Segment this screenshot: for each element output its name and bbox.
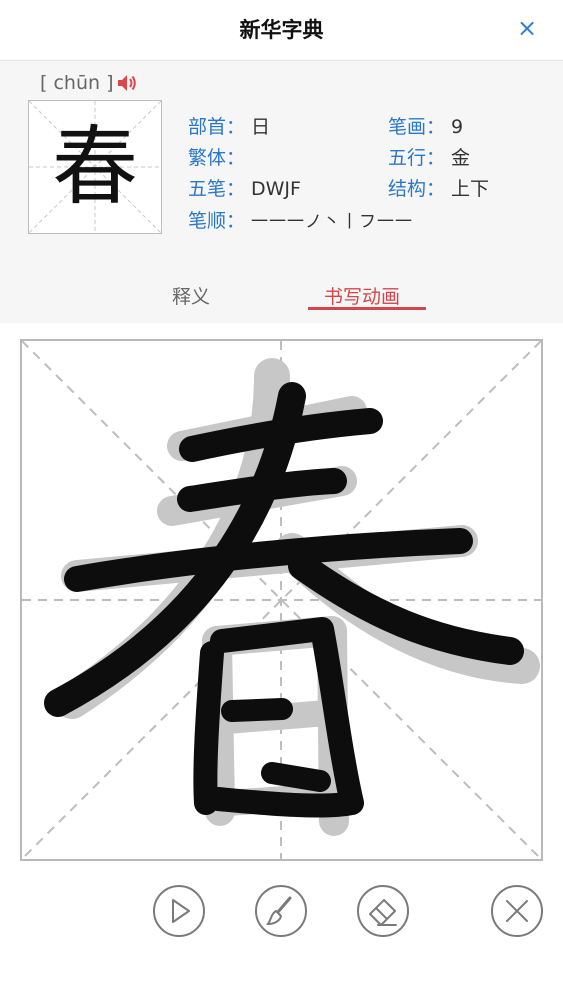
character-box: 春	[28, 100, 162, 234]
strokes-field: 笔画： 9	[388, 112, 463, 139]
stroke-order-label: 笔顺：	[188, 210, 246, 232]
strokes-value: 9	[451, 116, 464, 138]
brush-icon[interactable]	[254, 884, 308, 938]
pinyin-text: [ chūn ]	[40, 72, 114, 94]
wubi-value: DWJF	[251, 178, 301, 200]
play-icon[interactable]	[152, 884, 206, 938]
title-bar: 新华字典 ×	[0, 0, 563, 61]
big-character: 春	[52, 117, 138, 217]
stroke-order-value: 一一一ノ丶丨フ一一	[251, 212, 414, 232]
traditional-label: 繁体：	[188, 147, 246, 169]
speaker-icon[interactable]	[116, 72, 138, 94]
structure-value: 上下	[451, 178, 490, 200]
writing-canvas	[22, 341, 541, 859]
structure-label: 结构：	[388, 178, 446, 200]
element-value: 金	[451, 147, 471, 169]
traditional-field: 繁体：	[188, 143, 251, 170]
radical-label: 部首：	[188, 116, 246, 138]
page-title: 新华字典	[239, 18, 324, 42]
element-field: 五行：金	[388, 143, 470, 170]
tab-writing-animation[interactable]: 书写动画	[324, 282, 400, 309]
wubi-field: 五笔： DWJF	[188, 174, 301, 201]
stroke-order-field: 笔顺： 一一一ノ丶丨フ一一	[188, 206, 413, 233]
writing-board[interactable]	[20, 339, 543, 861]
wubi-label: 五笔：	[188, 178, 246, 200]
structure-field: 结构： 上下	[388, 174, 489, 201]
strokes-label: 笔画：	[388, 116, 446, 138]
radical-value: 日	[251, 116, 271, 138]
active-tab-indicator	[308, 307, 426, 310]
tab-definition[interactable]: 释义	[172, 282, 210, 309]
clear-icon[interactable]	[490, 884, 544, 938]
eraser-icon[interactable]	[356, 884, 410, 938]
element-label: 五行：	[388, 147, 446, 169]
radical-field: 部首：日	[188, 112, 270, 139]
close-icon[interactable]: ×	[513, 14, 541, 42]
